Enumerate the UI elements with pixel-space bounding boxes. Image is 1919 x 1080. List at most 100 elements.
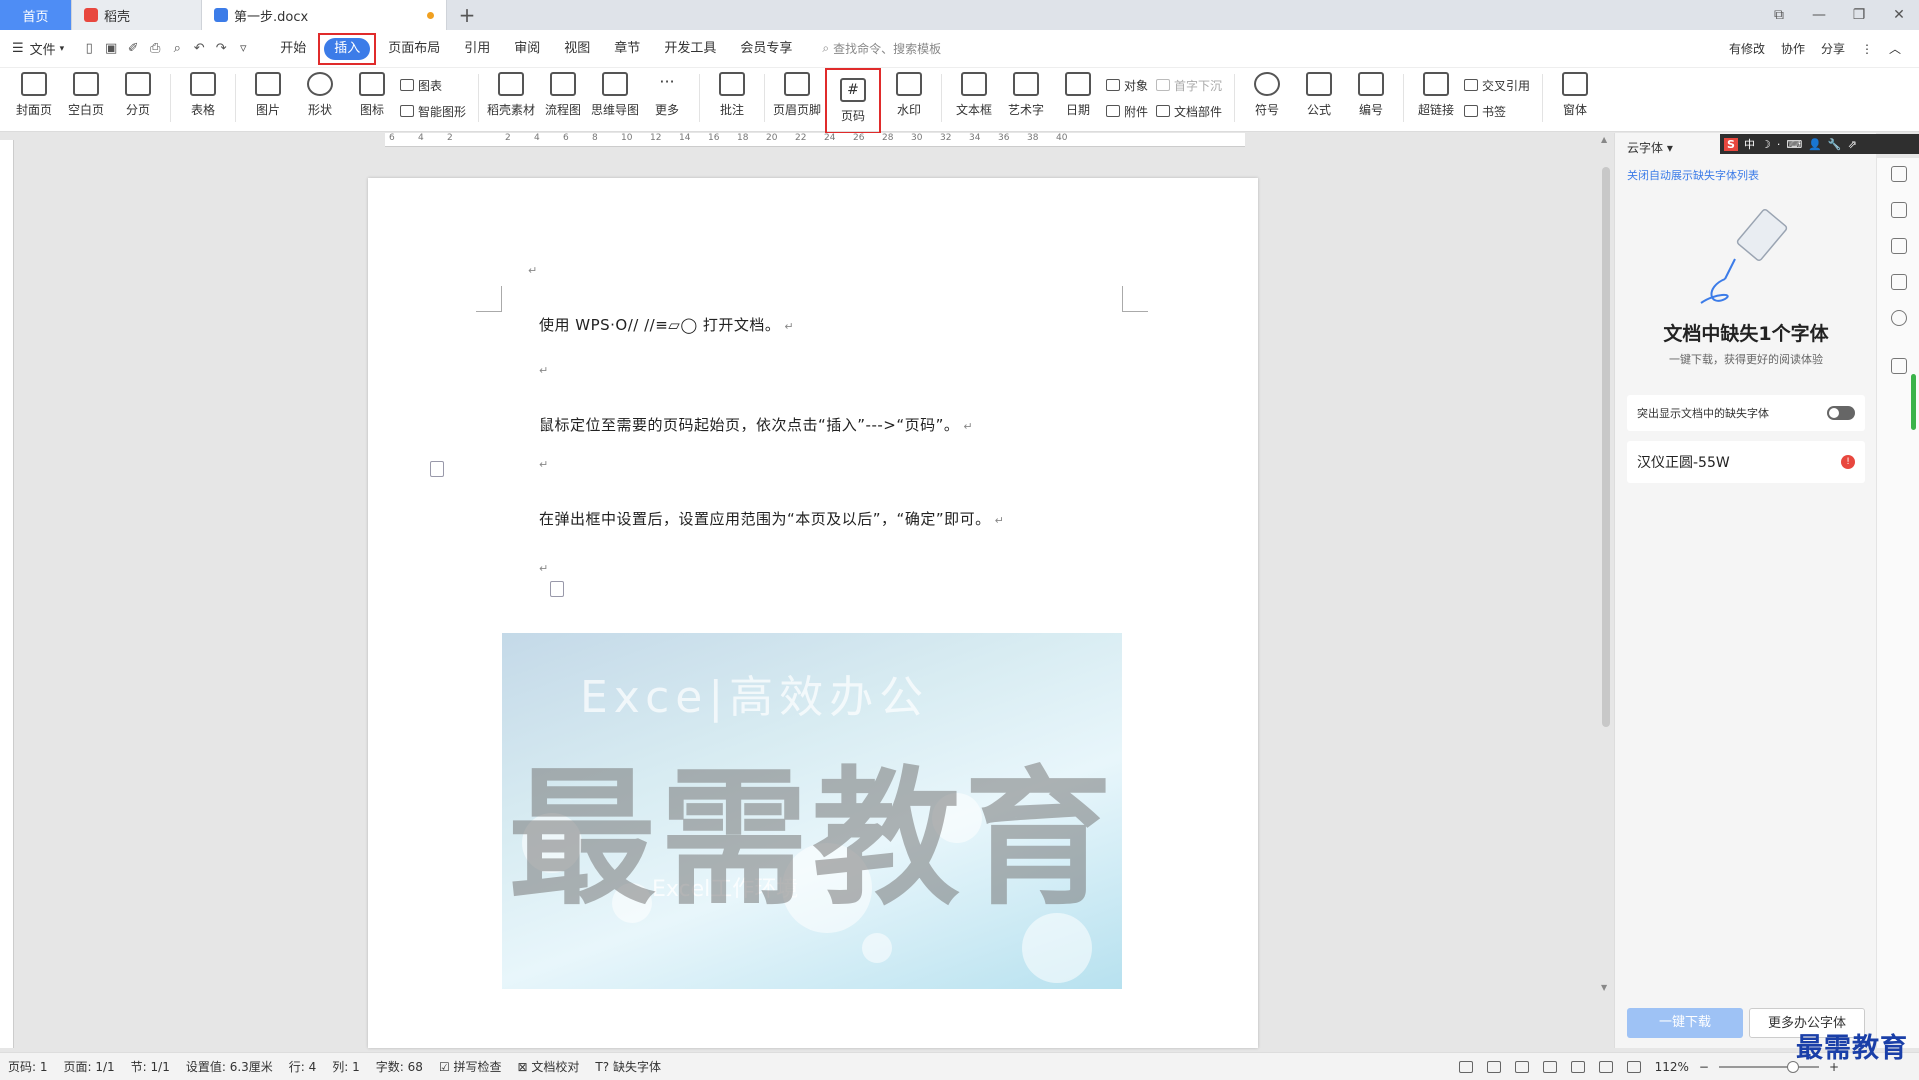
restore-button[interactable]: ❐ xyxy=(1839,7,1879,23)
user-icon[interactable]: 👤 xyxy=(1808,138,1822,151)
print-icon[interactable]: ⎙ xyxy=(144,41,166,56)
tab-view[interactable]: 视图 xyxy=(552,36,602,62)
bookmark-button[interactable]: 书签 xyxy=(1464,103,1530,120)
wordart-button[interactable]: 艺术字 xyxy=(1002,68,1050,118)
new-doc-icon[interactable]: ▯ xyxy=(78,41,100,56)
tab-insert[interactable]: 插入 xyxy=(318,32,377,65)
vertical-scrollbar[interactable]: ▲ ▼ xyxy=(1600,133,1612,1048)
textbox-button[interactable]: 文本框 xyxy=(950,68,998,118)
smartart-button[interactable]: 智能图形 xyxy=(400,103,466,120)
adjust-icon[interactable] xyxy=(1891,274,1907,290)
close-auto-list-link[interactable]: 关闭自动展示缺失字体列表 xyxy=(1627,167,1759,183)
scroll-down-icon[interactable]: ▼ xyxy=(1601,983,1607,992)
doc-line-1[interactable]: 使用 WPS·O// //≡▱◯ 打开文档。 ↵ xyxy=(539,314,794,335)
doc-line-3[interactable]: 在弹出框中设置后，设置应用范围为“本页及以后”，“确定”即可。 ↵ xyxy=(539,508,1004,529)
close-button[interactable]: ✕ xyxy=(1879,7,1919,23)
missing-font-item[interactable]: 汉仪正圆-55W ! xyxy=(1627,441,1865,483)
layout-icon[interactable]: ⧉ xyxy=(1759,7,1799,23)
format-painter-icon[interactable]: ✐ xyxy=(122,41,144,56)
outline-view-icon[interactable] xyxy=(1514,1060,1529,1073)
form-button[interactable]: 窗体 xyxy=(1551,68,1599,118)
table-button[interactable]: 表格 xyxy=(179,68,227,118)
paste-options-icon[interactable] xyxy=(550,581,564,597)
status-section[interactable]: 节: 1/1 xyxy=(131,1058,170,1075)
status-col[interactable]: 列: 1 xyxy=(332,1058,360,1075)
help-icon[interactable] xyxy=(1891,310,1907,326)
tab-document[interactable]: 第一步.docx xyxy=(202,0,447,30)
tab-daoke[interactable]: 稻壳 xyxy=(72,0,202,30)
attachment-button[interactable]: 附件 xyxy=(1106,103,1148,120)
date-button[interactable]: 日期 xyxy=(1054,68,1102,118)
cover-page-button[interactable]: 封面页 xyxy=(10,68,58,118)
status-row[interactable]: 行: 4 xyxy=(289,1058,317,1075)
new-tab-button[interactable]: + xyxy=(447,0,487,30)
print-preview-icon[interactable]: ⌕ xyxy=(166,41,188,56)
shape-button[interactable]: 形状 xyxy=(296,68,344,118)
missing-font-status[interactable]: T? 缺失字体 xyxy=(595,1058,661,1075)
watermark-button[interactable]: 水印 xyxy=(885,68,933,118)
collaborate-button[interactable]: 协作 xyxy=(1781,40,1805,57)
icon-button[interactable]: 图标 xyxy=(348,68,396,118)
command-search[interactable]: ⌕ 查找命令、搜索模板 xyxy=(822,40,941,57)
font-panel-icon[interactable] xyxy=(1891,358,1907,374)
style-icon[interactable] xyxy=(1891,166,1907,182)
tab-chapter[interactable]: 章节 xyxy=(602,36,652,62)
edit-icon[interactable] xyxy=(1891,202,1907,218)
fit-page-icon[interactable] xyxy=(1626,1060,1641,1073)
horizontal-ruler[interactable]: 6 4 2 2 4 6 8 10 12 14 16 18 20 22 24 26 28 30 32 34 36 38 40 xyxy=(385,133,1245,147)
status-words[interactable]: 字数: 68 xyxy=(376,1058,423,1075)
sogou-icon[interactable]: S xyxy=(1724,137,1738,151)
punctuation-icon[interactable]: · xyxy=(1777,138,1781,151)
undo-icon[interactable]: ↶ xyxy=(188,41,210,56)
modified-button[interactable]: 有修改 xyxy=(1729,40,1765,57)
zoom-level[interactable]: 112% xyxy=(1655,1060,1689,1074)
panel-title[interactable]: 云字体 ▾ xyxy=(1627,139,1673,156)
vertical-ruler[interactable] xyxy=(0,140,14,1048)
panel-scroll-indicator[interactable] xyxy=(1911,374,1916,430)
doc-parts-button[interactable]: 文档部件 xyxy=(1156,103,1222,120)
status-page-code[interactable]: 页码: 1 xyxy=(8,1058,48,1075)
page-break-button[interactable]: 分页 xyxy=(114,68,162,118)
ime-mode-label[interactable]: 中 xyxy=(1744,136,1755,152)
expand-icon[interactable]: ⇗ xyxy=(1848,138,1857,151)
scrollbar-thumb[interactable] xyxy=(1602,167,1610,727)
more-icon[interactable]: ⋮ xyxy=(1861,42,1873,56)
select-icon[interactable] xyxy=(1891,238,1907,254)
page-number-button[interactable]: # 页码 xyxy=(825,68,882,134)
picture-button[interactable]: 图片 xyxy=(244,68,292,118)
tab-start[interactable]: 开始 xyxy=(268,36,318,62)
customize-icon[interactable]: ▿ xyxy=(232,41,254,56)
tab-developer[interactable]: 开发工具 xyxy=(652,36,728,62)
highlight-missing-toggle[interactable] xyxy=(1827,406,1855,420)
file-menu[interactable]: ☰ 文件 ▾ xyxy=(12,39,64,58)
status-setting[interactable]: 设置值: 6.3厘米 xyxy=(186,1058,273,1075)
scroll-up-icon[interactable]: ▲ xyxy=(1601,135,1607,144)
formula-button[interactable]: 公式 xyxy=(1295,68,1343,118)
tab-member[interactable]: 会员专享 xyxy=(728,36,804,62)
eye-protect-icon[interactable] xyxy=(1458,1060,1473,1073)
tab-page-layout[interactable]: 页面布局 xyxy=(376,36,452,62)
write-view-icon[interactable] xyxy=(1598,1060,1613,1073)
doc-line-2[interactable]: 鼠标定位至需要的页码起始页，依次点击“插入”--->“页码”。 ↵ xyxy=(539,414,973,435)
collapse-ribbon-icon[interactable]: ︿ xyxy=(1889,40,1901,57)
status-page[interactable]: 页面: 1/1 xyxy=(64,1058,115,1075)
page-view-icon[interactable] xyxy=(1486,1060,1501,1073)
hyperlink-button[interactable]: 超链接 xyxy=(1412,68,1460,118)
more-button[interactable]: ··· 更多 xyxy=(643,68,691,118)
redo-icon[interactable]: ↷ xyxy=(210,41,232,56)
zoom-out-icon[interactable]: − xyxy=(1699,1060,1709,1074)
object-button[interactable]: 对象 xyxy=(1106,77,1148,94)
spell-check-button[interactable]: ☑ 拼写检查 xyxy=(439,1058,502,1075)
download-all-button[interactable]: 一键下载 xyxy=(1627,1008,1743,1038)
tab-references[interactable]: 引用 xyxy=(452,36,502,62)
tab-home[interactable]: 首页 xyxy=(0,0,72,30)
zoom-slider[interactable] xyxy=(1718,1060,1819,1073)
keyboard-icon[interactable]: ⌨ xyxy=(1786,138,1802,151)
web-view-icon[interactable] xyxy=(1570,1060,1585,1073)
symbol-button[interactable]: 符号 xyxy=(1243,68,1291,118)
minimize-button[interactable]: — xyxy=(1799,7,1839,23)
comment-button[interactable]: 批注 xyxy=(708,68,756,118)
reading-view-icon[interactable] xyxy=(1542,1060,1557,1073)
save-icon[interactable]: ▣ xyxy=(100,41,122,56)
chart-button[interactable]: 图表 xyxy=(400,77,466,94)
